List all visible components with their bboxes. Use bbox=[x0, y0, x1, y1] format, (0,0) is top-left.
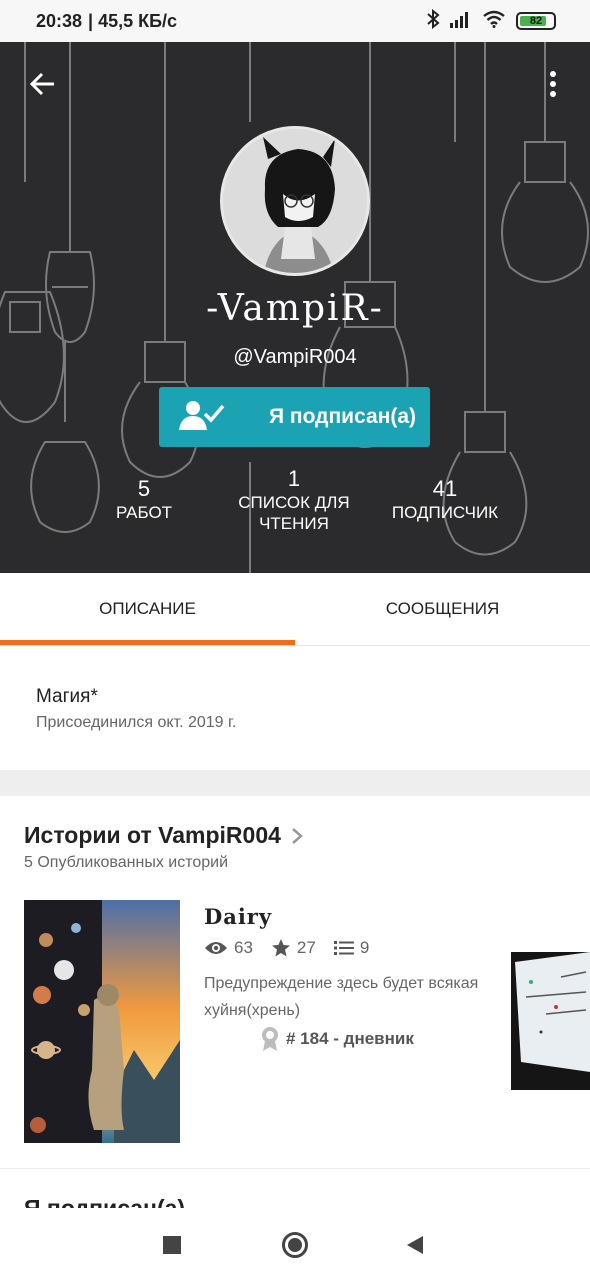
status-icons: 82 bbox=[426, 8, 556, 34]
section-divider bbox=[0, 770, 590, 796]
stories-section: Истории от VampiR004 5 Опубликованных ис… bbox=[0, 796, 590, 1168]
story-rank-text: # 184 - дневник bbox=[286, 1029, 414, 1048]
back-button[interactable] bbox=[22, 64, 62, 104]
stories-section-title: Истории от VampiR004 bbox=[24, 822, 281, 848]
recents-button[interactable] bbox=[157, 1230, 187, 1260]
chevron-right-icon bbox=[292, 827, 303, 844]
profile-tabs: ОПИСАНИЕ СООБЩЕНИЯ bbox=[0, 573, 590, 646]
story-description: Предупреждение здесь будет всякая хуйня(… bbox=[204, 975, 479, 1019]
system-nav-bar bbox=[0, 1208, 590, 1280]
tab-description[interactable]: ОПИСАНИЕ bbox=[0, 573, 295, 645]
network-speed: | 45,5 КБ/с bbox=[88, 10, 178, 31]
stat-reading-list-value: 1 bbox=[287, 466, 301, 491]
status-time: 20:38 bbox=[36, 10, 83, 31]
story-title[interactable]: Dairy bbox=[204, 904, 272, 929]
about-section: Магия* Присоединился окт. 2019 г. bbox=[0, 646, 590, 770]
stories-count: 5 Опубликованных историй bbox=[24, 854, 229, 871]
home-button[interactable] bbox=[280, 1230, 310, 1260]
wifi-icon bbox=[482, 10, 506, 33]
square-icon bbox=[163, 1236, 181, 1254]
stat-reading-list[interactable]: 1 СПИСОК ДЛЯ ЧТЕНИЯ bbox=[224, 466, 364, 534]
back-nav-button[interactable] bbox=[400, 1230, 430, 1260]
signal-icon bbox=[450, 10, 472, 33]
username: @VampiR004 bbox=[233, 346, 357, 368]
about-name: Магия* bbox=[36, 686, 98, 707]
star-icon bbox=[271, 939, 290, 957]
stat-followers-label: ПОДПИСЧИК bbox=[391, 503, 499, 522]
story-rank: # 184 - дневник bbox=[260, 1026, 414, 1052]
stat-followers-value: 41 bbox=[432, 476, 458, 501]
story-views: 63 bbox=[234, 938, 253, 957]
list-icon bbox=[333, 941, 354, 955]
arrow-left-icon bbox=[29, 72, 54, 96]
following-section: Я подписан(а) bbox=[0, 1168, 590, 1208]
display-name: -VampiR- bbox=[206, 288, 384, 329]
ribbon-badge-icon bbox=[262, 1027, 278, 1051]
stat-works[interactable]: 5 РАБОТ bbox=[84, 476, 204, 523]
battery-icon: 82 bbox=[516, 12, 556, 30]
story-cover-next[interactable] bbox=[511, 952, 590, 1090]
story-votes: 27 bbox=[296, 938, 316, 957]
stories-section-header[interactable]: Истории от VampiR004 bbox=[24, 822, 303, 849]
circle-icon bbox=[282, 1232, 308, 1258]
stat-reading-list-label: СПИСОК ДЛЯ ЧТЕНИЯ bbox=[238, 493, 350, 533]
avatar bbox=[220, 126, 370, 276]
following-label: Я подписан(а) bbox=[269, 405, 417, 428]
joined-date: Присоединился окт. 2019 г. bbox=[36, 714, 237, 731]
bluetooth-icon bbox=[426, 8, 440, 34]
tab-messages[interactable]: СООБЩЕНИЯ bbox=[295, 573, 590, 645]
more-options-button[interactable] bbox=[538, 64, 568, 104]
profile-header: -VampiR- @VampiR004 Я подписан(а) 5 РАБО… bbox=[0, 42, 590, 573]
following-section-title[interactable]: Я подписан(а) bbox=[24, 1195, 185, 1208]
user-check-icon bbox=[179, 398, 225, 437]
story-cover[interactable] bbox=[24, 900, 180, 1143]
stat-works-value: 5 bbox=[137, 476, 151, 501]
story-parts: 9 bbox=[359, 938, 370, 957]
battery-level: 82 bbox=[529, 15, 543, 27]
more-vertical-icon bbox=[550, 71, 556, 97]
story-stats: 63 27 9 bbox=[204, 938, 369, 958]
eye-icon bbox=[205, 942, 227, 954]
triangle-back-icon bbox=[407, 1236, 423, 1254]
stat-works-label: РАБОТ bbox=[115, 503, 173, 522]
stat-followers[interactable]: 41 ПОДПИСЧИК bbox=[380, 476, 510, 523]
status-bar: 20:38 | 45,5 КБ/с 82 bbox=[0, 0, 590, 42]
following-button[interactable]: Я подписан(а) bbox=[159, 387, 430, 447]
